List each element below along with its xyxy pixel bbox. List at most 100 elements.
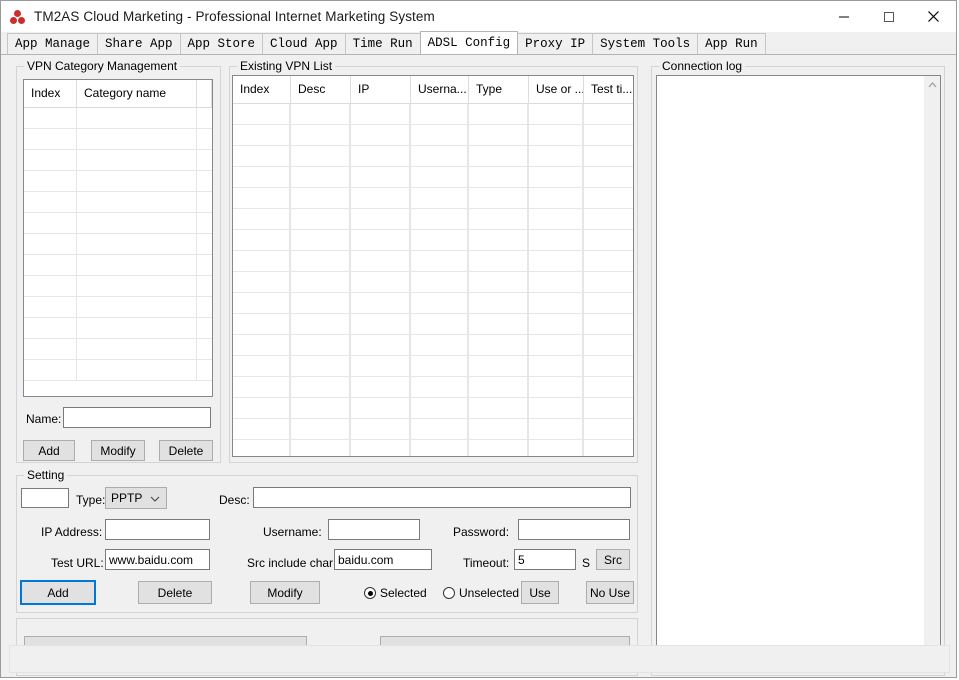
close-button[interactable] <box>911 1 956 32</box>
tab-cloud-app[interactable]: Cloud App <box>262 33 346 54</box>
tab-time-run[interactable]: Time Run <box>345 33 421 54</box>
table-row[interactable] <box>233 314 633 335</box>
table-row[interactable] <box>233 104 633 125</box>
table-row[interactable] <box>24 150 212 171</box>
table-row[interactable] <box>233 272 633 293</box>
table-row[interactable] <box>233 146 633 167</box>
tab-system-tools[interactable]: System Tools <box>592 33 698 54</box>
vpn-delete-button[interactable]: Delete <box>138 581 212 604</box>
table-cell <box>410 419 468 439</box>
tab-adsl-config[interactable]: ADSL Config <box>420 31 519 54</box>
table-cell <box>350 335 410 355</box>
vpn-col-ip[interactable]: IP <box>351 76 411 103</box>
username-input[interactable] <box>328 519 420 540</box>
tab-proxy-ip[interactable]: Proxy IP <box>517 33 593 54</box>
table-cell <box>350 314 410 334</box>
category-col-name[interactable]: Category name <box>77 80 197 107</box>
table-cell <box>528 419 583 439</box>
setting-id-input[interactable] <box>21 488 69 508</box>
connection-log-box[interactable] <box>656 75 941 670</box>
category-name-input[interactable] <box>63 407 211 428</box>
vpn-modify-button[interactable]: Modify <box>250 581 320 604</box>
table-cell <box>583 125 632 145</box>
log-scroll-up-button[interactable] <box>924 76 940 93</box>
table-cell <box>583 146 632 166</box>
table-row[interactable] <box>233 209 633 230</box>
vpn-col-desc[interactable]: Desc <box>291 76 351 103</box>
table-row[interactable] <box>24 360 212 381</box>
src-button[interactable]: Src <box>596 549 630 570</box>
table-row[interactable] <box>233 377 633 398</box>
table-row[interactable] <box>233 440 633 457</box>
table-cell <box>528 188 583 208</box>
table-row[interactable] <box>233 293 633 314</box>
table-row[interactable] <box>24 213 212 234</box>
category-delete-button[interactable]: Delete <box>159 440 213 461</box>
table-cell <box>468 209 528 229</box>
category-add-button[interactable]: Add <box>23 440 75 461</box>
table-cell <box>468 125 528 145</box>
tab-share-app[interactable]: Share App <box>97 33 181 54</box>
table-cell <box>583 251 632 271</box>
table-cell <box>468 398 528 418</box>
no-use-button[interactable]: No Use <box>586 581 634 604</box>
password-label: Password: <box>453 524 509 540</box>
table-cell <box>350 419 410 439</box>
category-table[interactable]: Index Category name <box>23 79 213 397</box>
table-row[interactable] <box>24 171 212 192</box>
table-cell <box>410 272 468 292</box>
table-row[interactable] <box>24 108 212 129</box>
minimize-button[interactable] <box>821 1 866 32</box>
test-url-label: Test URL: <box>51 555 104 571</box>
src-include-char-input[interactable] <box>334 549 432 570</box>
test-url-input[interactable] <box>105 549 210 570</box>
vpn-type-select[interactable]: PPTP <box>105 487 167 509</box>
radio-unselected[interactable]: Unselected <box>443 586 519 600</box>
category-modify-button[interactable]: Modify <box>91 440 145 461</box>
radio-selected[interactable]: Selected <box>364 586 427 600</box>
vpn-col-use[interactable]: Use or ... <box>529 76 584 103</box>
use-button[interactable]: Use <box>521 581 559 604</box>
table-row[interactable] <box>24 339 212 360</box>
tab-app-manage[interactable]: App Manage <box>7 33 98 54</box>
table-row[interactable] <box>24 318 212 339</box>
category-col-index[interactable]: Index <box>24 80 77 107</box>
vpn-col-test-time[interactable]: Test ti... <box>584 76 633 103</box>
password-input[interactable] <box>518 519 630 540</box>
table-cell <box>468 146 528 166</box>
table-row[interactable] <box>233 335 633 356</box>
table-row[interactable] <box>233 356 633 377</box>
tab-app-store[interactable]: App Store <box>180 33 264 54</box>
table-row[interactable] <box>233 398 633 419</box>
table-row[interactable] <box>24 297 212 318</box>
vpn-add-button[interactable]: Add <box>20 580 96 605</box>
table-row[interactable] <box>233 230 633 251</box>
maximize-button[interactable] <box>866 1 911 32</box>
table-cell <box>290 272 350 292</box>
table-row[interactable] <box>24 129 212 150</box>
table-row[interactable] <box>24 192 212 213</box>
tab-app-run[interactable]: App Run <box>697 33 766 54</box>
log-scrollbar[interactable] <box>923 76 940 669</box>
table-row[interactable] <box>233 167 633 188</box>
table-row[interactable] <box>24 234 212 255</box>
table-cell <box>350 209 410 229</box>
table-cell <box>468 440 528 457</box>
table-cell <box>528 356 583 376</box>
ip-address-input[interactable] <box>105 519 210 540</box>
table-cell <box>233 251 290 271</box>
vpn-col-index[interactable]: Index <box>233 76 291 103</box>
table-row[interactable] <box>233 125 633 146</box>
vpn-col-username[interactable]: Userna... <box>411 76 469 103</box>
table-row[interactable] <box>233 251 633 272</box>
vpn-col-type[interactable]: Type <box>469 76 529 103</box>
table-row[interactable] <box>24 255 212 276</box>
table-row[interactable] <box>233 419 633 440</box>
table-cell <box>583 377 632 397</box>
table-row[interactable] <box>233 188 633 209</box>
vpn-list-table[interactable]: Index Desc IP Userna... Type Use or ... … <box>232 75 634 457</box>
table-row[interactable] <box>24 276 212 297</box>
desc-input[interactable] <box>253 487 631 508</box>
table-cell <box>410 251 468 271</box>
timeout-input[interactable] <box>514 549 576 570</box>
